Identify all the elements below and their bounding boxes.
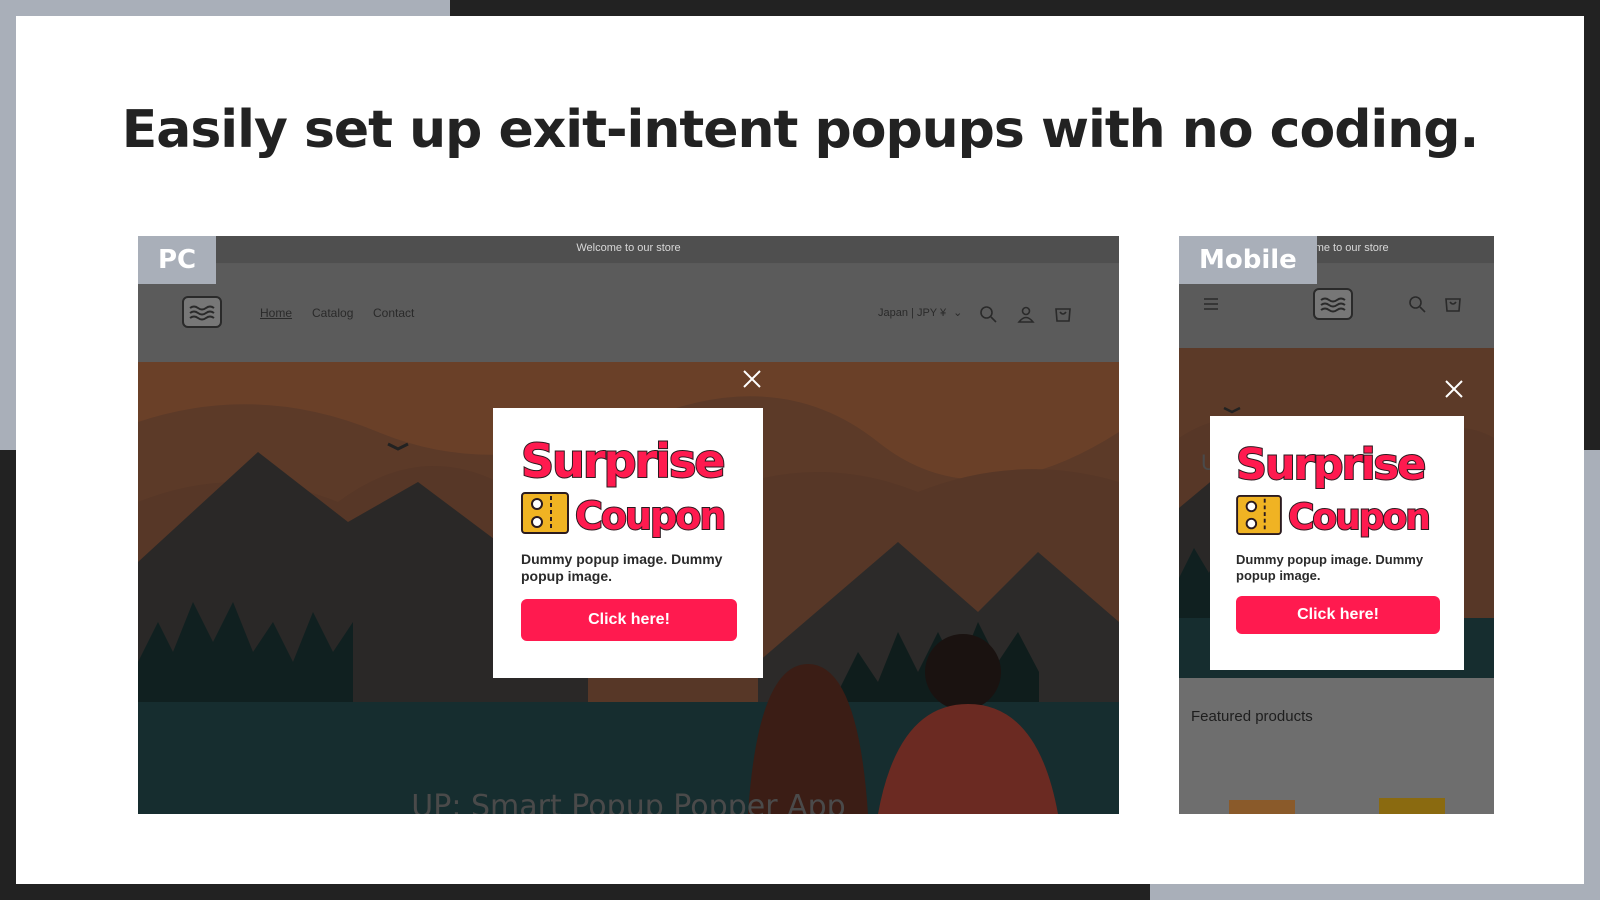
popup-body: Dummy popup image. Dummy popup image. (1236, 552, 1424, 583)
nav-catalog[interactable]: Catalog (312, 306, 353, 320)
close-icon[interactable] (741, 368, 763, 390)
hamburger-icon[interactable] (1201, 294, 1221, 314)
popup-coupon-text: Coupon (1287, 496, 1432, 538)
coupon-row: Coupon (521, 492, 737, 539)
logo-icon[interactable] (182, 296, 222, 328)
hero-caption: UP: Smart Popup Popper App (411, 789, 846, 814)
pc-badge: PC (138, 236, 217, 284)
popup-body: Dummy popup image. Dummy popup image. (521, 551, 723, 584)
nav-home[interactable]: Home (260, 306, 292, 320)
chevron-down-icon: ⌄ (953, 307, 963, 319)
featured-products-section: Featured products (1179, 678, 1494, 814)
popup-title: Surprise (1235, 440, 1427, 490)
store-header: Home Catalog Contact Japan | JPY ¥ ⌄ (138, 264, 1119, 362)
popup-card: Surprise Coupon Dummy popup image. Dummy… (1210, 416, 1464, 670)
account-icon[interactable] (1016, 304, 1036, 324)
search-icon[interactable] (1407, 294, 1427, 314)
coupon-ticket-icon (521, 492, 569, 539)
cart-icon[interactable] (1443, 294, 1463, 314)
announcement-bar: Welcome to our store (138, 236, 1119, 264)
locale-label: Japan | JPY ¥ (878, 307, 947, 319)
search-icon[interactable] (978, 304, 998, 324)
mobile-screenshot: Welcome to our store U Featured products… (1179, 236, 1494, 814)
product-thumbnail[interactable] (1379, 798, 1445, 814)
logo-icon[interactable] (1313, 288, 1353, 320)
popup-cta-button[interactable]: Click here! (1236, 596, 1440, 634)
mobile-badge: Mobile (1179, 236, 1317, 284)
popup-coupon-text: Coupon (574, 493, 727, 538)
pc-screenshot: Welcome to our store Home Catalog Contac… (138, 236, 1119, 814)
popup-cta-button[interactable]: Click here! (521, 599, 737, 641)
product-thumbnail[interactable] (1229, 800, 1295, 814)
headline: Easily set up exit-intent popups with no… (121, 100, 1480, 160)
nav-contact[interactable]: Contact (373, 306, 414, 320)
slide-card: Easily set up exit-intent popups with no… (16, 16, 1584, 884)
cart-icon[interactable] (1053, 304, 1073, 324)
coupon-ticket-icon (1236, 495, 1282, 540)
coupon-row: Coupon (1236, 495, 1440, 540)
close-icon[interactable] (1443, 378, 1465, 400)
hero-banner: UP: Smart Popup Popper App Surprise Coup… (138, 362, 1119, 814)
locale-selector[interactable]: Japan | JPY ¥ ⌄ (878, 306, 962, 319)
featured-products-title: Featured products (1191, 708, 1313, 725)
popup-title: Surprise (520, 434, 727, 488)
popup-card: Surprise Coupon Dummy popup image. Dummy… (493, 408, 763, 678)
